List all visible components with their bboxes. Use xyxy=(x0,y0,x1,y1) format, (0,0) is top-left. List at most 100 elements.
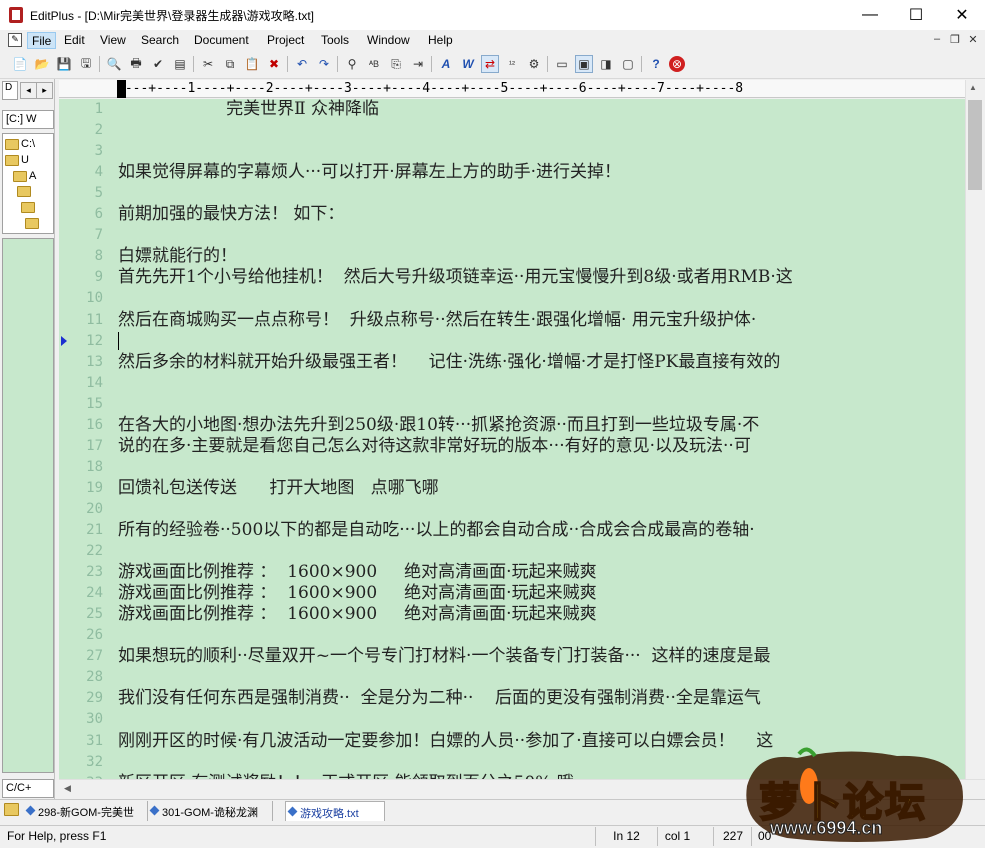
menu-search[interactable]: Search xyxy=(137,32,183,49)
print-icon[interactable]: 🖶 xyxy=(127,55,145,73)
editor-line[interactable]: 2 xyxy=(59,120,965,141)
find-icon[interactable]: ⚲ xyxy=(343,55,361,73)
editor-line[interactable]: 10 xyxy=(59,288,965,309)
maximize-button[interactable]: ☐ xyxy=(893,0,939,30)
editor-line[interactable]: 18 xyxy=(59,457,965,478)
editor-line[interactable]: 6 前期加强的最快方法！ 如下： xyxy=(59,204,965,225)
menu-view[interactable]: View xyxy=(96,32,130,49)
directory-tree[interactable]: C:\ U A xyxy=(2,133,54,234)
editor-line[interactable]: 11 然后在商城购买一点点称号！ 升级点称号··然后在转生·跟强化增幅· 用元宝升… xyxy=(59,310,965,331)
tree-node-drive[interactable]: C:\ xyxy=(5,138,35,150)
spell-check-icon[interactable]: ✔ xyxy=(149,55,167,73)
copy-icon[interactable]: ⧉ xyxy=(221,55,239,73)
menu-document[interactable]: Document xyxy=(190,32,253,49)
tab-301-gom[interactable]: 301-GOM-诡秘龙渊 xyxy=(148,801,273,821)
folder-icon xyxy=(21,202,35,213)
editor-line[interactable]: 28 xyxy=(59,667,965,688)
line-number-icon[interactable]: ¹² xyxy=(503,55,521,73)
document-menu-icon[interactable]: ✎ xyxy=(8,33,22,47)
font-icon[interactable]: A xyxy=(437,55,455,73)
menu-edit[interactable]: Edit xyxy=(60,32,89,49)
undo-icon[interactable]: ↶ xyxy=(293,55,311,73)
save-icon[interactable]: 💾 xyxy=(55,55,73,73)
column-select-icon[interactable]: ⇄ xyxy=(481,55,499,73)
stop-icon[interactable]: ⊗ xyxy=(669,56,685,72)
editor-line[interactable]: 25 游戏画面比例推荐 ： 1600×900 绝对高清画面·玩起来贼爽 xyxy=(59,604,965,625)
editor-line[interactable]: 20 xyxy=(59,499,965,520)
tree-node-appdata[interactable]: A xyxy=(13,170,36,182)
panel-left-arrow[interactable]: ◂ xyxy=(20,82,37,99)
mdi-close-button[interactable]: ✕ xyxy=(965,33,981,47)
print-preview-icon[interactable]: 🔍 xyxy=(105,55,123,73)
editor-line[interactable]: 7 xyxy=(59,225,965,246)
scroll-up-icon[interactable]: ▲ xyxy=(969,83,977,92)
editor-line[interactable]: 3 xyxy=(59,141,965,162)
menu-tools[interactable]: Tools xyxy=(317,32,353,49)
cut-icon[interactable]: ✂ xyxy=(199,55,217,73)
tab-game-guide[interactable]: 游戏攻略.txt xyxy=(285,801,385,821)
file-list[interactable] xyxy=(2,238,54,773)
go-to-icon[interactable]: ⇥ xyxy=(409,55,427,73)
cliptext-window-icon[interactable]: ◨ xyxy=(597,55,615,73)
document-icon xyxy=(149,805,160,816)
save-all-icon[interactable]: 🖫 xyxy=(77,55,95,73)
panel-right-arrow[interactable]: ▸ xyxy=(36,82,53,99)
editor-line[interactable]: 19 回馈礼包送传送 打开大地图 点哪飞哪 xyxy=(59,478,965,499)
output-window-icon[interactable]: ▢ xyxy=(619,55,637,73)
tab-list-folder-icon[interactable] xyxy=(4,803,19,816)
editor-line[interactable]: 4 如果觉得屏幕的字幕烦人···可以打开·屏幕左上方的助手·进行关掉！ xyxy=(59,162,965,183)
browser-preview-icon[interactable]: ⚙ xyxy=(525,55,543,73)
editor-line[interactable]: 17 说的在多·主要就是看您自己怎么对待这款非常好玩的版本···有好的意见·以及玩… xyxy=(59,436,965,457)
editor-line[interactable]: 23 游戏画面比例推荐 ： 1600×900 绝对高清画面·玩起来贼爽 xyxy=(59,562,965,583)
editor-line[interactable]: 15 xyxy=(59,394,965,415)
text-editor[interactable]: 1 完美世界Ⅱ 众神降临 2 3 4 如果觉得屏幕的字幕烦人···可以打开·屏幕左上方的… xyxy=(59,99,965,779)
editor-line[interactable]: 30 xyxy=(59,709,965,730)
find-in-files-icon[interactable]: ⎘ xyxy=(387,55,405,73)
paste-icon[interactable]: 📋 xyxy=(243,55,261,73)
editor-line[interactable]: 16 在各大的小地图·想办法先升到250级·跟10转···抓紧抢资源··而且打到一… xyxy=(59,415,965,436)
tab-298-gom[interactable]: 298-新GOM-完美世 xyxy=(24,801,148,821)
editor-line[interactable]: 13 然后多余的材料就开始升级最强王者！ 记住·洗练·强化·增幅·才是打怪PK最直… xyxy=(59,352,965,373)
minimize-button[interactable]: — xyxy=(847,0,893,30)
editor-line[interactable]: 26 xyxy=(59,625,965,646)
file-type-filter[interactable]: C/C+ xyxy=(2,779,54,798)
editor-line[interactable]: 22 xyxy=(59,541,965,562)
editor-line[interactable]: 9 首先先开1个小号给他挂机！ 然后大号升级项链幸运··用元宝慢慢升到8级·或者用… xyxy=(59,267,965,288)
mdi-restore-button[interactable]: ❐ xyxy=(947,33,963,47)
hide-output-icon[interactable]: ▭ xyxy=(553,55,571,73)
editor-line[interactable]: 21 所有的经验卷··500以下的都是自动吃···以上的都会自动合成··合成会合成… xyxy=(59,520,965,541)
context-help-icon[interactable]: ? xyxy=(647,55,665,73)
new-file-icon[interactable]: 📄 xyxy=(11,55,29,73)
menu-help[interactable]: Help xyxy=(424,32,457,49)
editor-line[interactable]: 5 xyxy=(59,183,965,204)
editor-line[interactable]: 24 游戏画面比例推荐 ： 1600×900 绝对高清画面·玩起来贼爽 xyxy=(59,583,965,604)
editor-line[interactable]: 29 我们没有任何东西是强制消费·· 全是分为二种·· 后面的更没有强制消费··全… xyxy=(59,688,965,709)
directory-window-icon[interactable]: ▣ xyxy=(575,55,593,73)
tree-node-folder[interactable] xyxy=(17,186,31,197)
redo-icon[interactable]: ↷ xyxy=(315,55,333,73)
tree-node-users[interactable]: U xyxy=(5,154,29,166)
editplus-app-icon[interactable] xyxy=(9,7,23,23)
close-button[interactable]: ✕ xyxy=(939,0,985,30)
scroll-left-icon[interactable]: ◀ xyxy=(64,783,71,794)
editor-line[interactable]: 1 完美世界Ⅱ 众神降临 xyxy=(59,99,965,120)
drive-select[interactable]: [C:] W xyxy=(2,110,54,129)
editor-line[interactable]: 27 如果想玩的顺利··尽量双开~一个号专门打材料·一个装备专门打装备··· 这样… xyxy=(59,646,965,667)
menu-project[interactable]: Project xyxy=(263,32,308,49)
vertical-scroll-thumb[interactable] xyxy=(968,100,982,190)
print-directly-icon[interactable]: ▤ xyxy=(171,55,189,73)
open-folder-icon[interactable]: 📂 xyxy=(33,55,51,73)
mdi-minimize-button[interactable]: – xyxy=(929,33,945,47)
editor-line[interactable]: 14 xyxy=(59,373,965,394)
replace-icon[interactable]: ᴬB xyxy=(365,55,383,73)
tree-node-folder[interactable] xyxy=(21,202,35,213)
delete-icon[interactable]: ✖ xyxy=(265,55,283,73)
panel-selector[interactable]: D xyxy=(2,81,18,100)
menu-window[interactable]: Window xyxy=(363,32,414,49)
editor-line[interactable]: 12 xyxy=(59,331,965,352)
text-caret xyxy=(118,332,119,350)
word-wrap-icon[interactable]: W xyxy=(459,55,477,73)
menu-file[interactable]: File xyxy=(27,32,57,49)
tree-node-folder[interactable] xyxy=(25,218,39,229)
editor-line[interactable]: 8 白嫖就能行的！ xyxy=(59,246,965,267)
